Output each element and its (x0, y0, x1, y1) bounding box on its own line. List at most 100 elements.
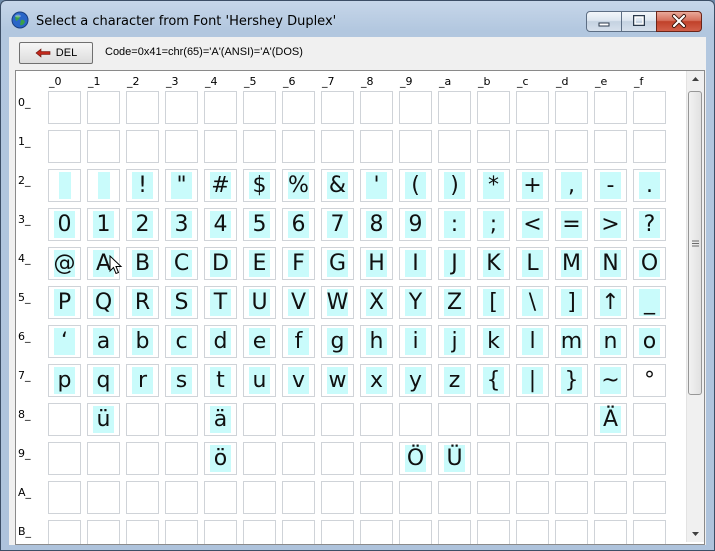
char-cell[interactable] (516, 442, 549, 475)
char-cell[interactable] (87, 130, 120, 163)
char-cell[interactable] (399, 130, 432, 163)
char-cell[interactable]: + (516, 169, 549, 202)
scroll-down-icon[interactable] (687, 525, 704, 542)
char-cell[interactable] (282, 442, 315, 475)
char-cell[interactable] (321, 442, 354, 475)
scroll-up-icon[interactable] (687, 71, 704, 88)
char-cell[interactable]: s (165, 364, 198, 397)
char-cell[interactable] (633, 403, 666, 436)
char-cell[interactable]: x (360, 364, 393, 397)
char-cell[interactable]: @ (48, 247, 81, 280)
char-cell[interactable]: , (555, 169, 588, 202)
char-cell[interactable]: ] (555, 286, 588, 319)
char-cell[interactable]: ä (204, 403, 237, 436)
char-cell[interactable] (321, 91, 354, 124)
char-cell[interactable] (360, 442, 393, 475)
char-cell[interactable]: G (321, 247, 354, 280)
char-cell[interactable] (594, 481, 627, 514)
char-cell[interactable]: M (555, 247, 588, 280)
char-cell[interactable]: % (282, 169, 315, 202)
char-cell[interactable] (126, 403, 159, 436)
char-cell[interactable]: k (477, 325, 510, 358)
char-cell[interactable] (477, 91, 510, 124)
char-cell[interactable] (594, 520, 627, 544)
char-cell[interactable]: f (282, 325, 315, 358)
scroll-thumb[interactable] (688, 91, 702, 395)
char-cell[interactable]: ° (633, 364, 666, 397)
char-cell[interactable]: t (204, 364, 237, 397)
char-cell[interactable]: : (438, 208, 471, 241)
char-cell[interactable]: r (126, 364, 159, 397)
character-grid[interactable]: _0 _1 _2 _3 _4 _5 _6 _7 _8 _9 _a _b _c _d _e _f 0_ 1_ 2_! "… (15, 70, 705, 545)
char-cell[interactable]: D (204, 247, 237, 280)
char-cell[interactable] (243, 520, 276, 544)
char-cell[interactable] (87, 481, 120, 514)
char-cell[interactable] (555, 130, 588, 163)
char-cell[interactable]: 9 (399, 208, 432, 241)
char-cell[interactable]: R (126, 286, 159, 319)
char-cell[interactable]: Q (87, 286, 120, 319)
char-cell[interactable]: z (438, 364, 471, 397)
char-cell[interactable]: 6 (282, 208, 315, 241)
char-cell[interactable]: w (321, 364, 354, 397)
minimize-button[interactable] (586, 11, 622, 32)
char-cell[interactable]: b (126, 325, 159, 358)
char-cell[interactable]: Ä (594, 403, 627, 436)
char-cell[interactable] (477, 130, 510, 163)
char-cell[interactable]: " (165, 169, 198, 202)
char-cell[interactable] (126, 91, 159, 124)
char-cell[interactable] (399, 91, 432, 124)
char-cell[interactable]: ↑ (594, 286, 627, 319)
del-button[interactable]: DEL (19, 42, 93, 64)
char-cell[interactable]: E (243, 247, 276, 280)
char-cell[interactable]: l (516, 325, 549, 358)
char-cell[interactable] (243, 130, 276, 163)
char-cell[interactable]: ( (399, 169, 432, 202)
char-cell[interactable] (204, 520, 237, 544)
char-cell[interactable] (243, 403, 276, 436)
char-cell[interactable]: 7 (321, 208, 354, 241)
char-cell[interactable]: i (399, 325, 432, 358)
char-cell[interactable] (360, 481, 393, 514)
char-cell[interactable]: X (360, 286, 393, 319)
char-cell[interactable]: e (243, 325, 276, 358)
char-cell[interactable] (477, 520, 510, 544)
char-cell[interactable]: d (204, 325, 237, 358)
char-cell[interactable]: | (516, 364, 549, 397)
char-cell[interactable]: * (477, 169, 510, 202)
char-cell[interactable] (516, 481, 549, 514)
char-cell[interactable] (87, 169, 120, 202)
char-cell[interactable] (594, 442, 627, 475)
char-cell[interactable]: 1 (87, 208, 120, 241)
char-cell[interactable]: < (516, 208, 549, 241)
char-cell[interactable] (438, 481, 471, 514)
char-cell[interactable] (48, 481, 81, 514)
char-cell[interactable]: ö (204, 442, 237, 475)
char-cell[interactable]: y (399, 364, 432, 397)
char-cell[interactable]: ü (87, 403, 120, 436)
char-cell[interactable]: . (633, 169, 666, 202)
char-cell[interactable] (594, 91, 627, 124)
char-cell[interactable] (243, 91, 276, 124)
char-cell[interactable]: $ (243, 169, 276, 202)
char-cell[interactable] (243, 442, 276, 475)
char-cell[interactable] (321, 481, 354, 514)
char-cell[interactable] (399, 520, 432, 544)
char-cell[interactable]: Ö (399, 442, 432, 475)
char-cell[interactable]: # (204, 169, 237, 202)
char-cell[interactable] (48, 403, 81, 436)
char-cell[interactable]: m (555, 325, 588, 358)
char-cell[interactable] (165, 481, 198, 514)
char-cell[interactable] (48, 442, 81, 475)
char-cell[interactable] (360, 403, 393, 436)
char-cell[interactable] (282, 130, 315, 163)
char-cell[interactable] (516, 520, 549, 544)
char-cell[interactable] (360, 520, 393, 544)
char-cell[interactable] (204, 481, 237, 514)
char-cell[interactable] (438, 403, 471, 436)
char-cell[interactable] (243, 481, 276, 514)
maximize-button[interactable] (621, 11, 657, 32)
char-cell[interactable] (321, 403, 354, 436)
char-cell[interactable] (321, 130, 354, 163)
char-cell[interactable]: S (165, 286, 198, 319)
